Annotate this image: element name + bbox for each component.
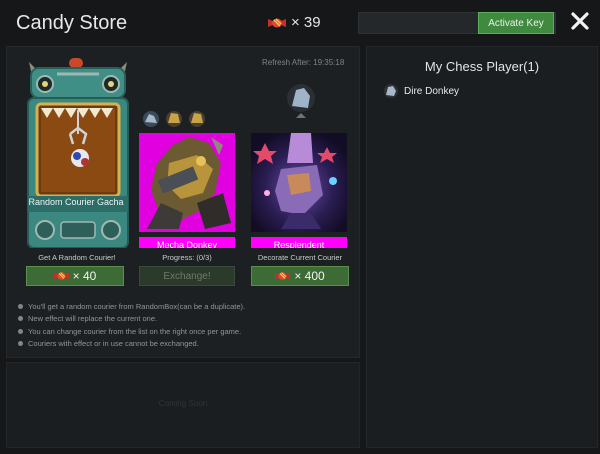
dire-donkey-icon [384,84,398,98]
progress-courier-icons [143,111,205,127]
exchange-button[interactable]: Exchange! [139,266,235,286]
candy-icon [53,272,69,280]
candy-count-text: × 39 [291,14,321,31]
bullet-icon [18,328,23,334]
gacha-price: × 40 [72,269,97,283]
refresh-timer: Refresh After: 19:35:18 [262,58,345,67]
current-courier-icon [287,84,315,118]
candy-icon [268,18,286,27]
rule-item: Couriers with effect or in use cannot be… [18,338,348,351]
buy-gacha-button[interactable]: × 40 [26,266,124,286]
resplendent-card[interactable]: Resplendent [251,133,347,248]
gacha-label: Random Courier Gacha [28,197,124,207]
close-icon[interactable] [570,11,590,31]
rule-item: New effect will replace the current one. [18,313,348,326]
player-item[interactable]: Dire Donkey [383,83,459,99]
mecha-donkey-image [139,133,235,232]
resplendent-label: Resplendent [251,237,347,248]
bullet-icon [18,316,23,322]
rule-item: You'll get a random courier from RandomB… [18,300,348,313]
rule-item: You can change courier from the list on … [18,325,348,338]
resplendent-caption: Decorate Current Courier [257,253,343,262]
mecha-donkey-card[interactable]: Mecha Donkey [139,133,235,248]
coming-soon-text: Coming Soon [158,399,208,408]
gacha-caption: Get A Random Courier! [38,253,116,262]
bullet-icon [18,341,23,347]
buy-resplendent-button[interactable]: × 400 [251,266,349,286]
activate-key-button[interactable]: Activate Key [478,12,554,34]
mecha-progress: Progress: (0/3) [162,253,212,262]
rules-list: You'll get a random courier from RandomB… [18,300,348,350]
page-title: Candy Store [16,12,128,34]
my-chess-players-panel: My Chess Player(1) Dire Donkey [366,46,598,448]
coming-soon-panel: Coming Soon [6,362,360,448]
gacha-machine-image[interactable] [25,58,131,248]
resplendent-price: × 400 [294,269,325,283]
my-chess-player-title: My Chess Player(1) [424,59,540,74]
player-name: Dire Donkey [404,85,460,97]
candy-icon [275,272,291,280]
candy-balance: × 39 [268,14,321,31]
resplendent-image [251,133,347,232]
bullet-icon [18,303,23,309]
mecha-donkey-label: Mecha Donkey [139,237,235,248]
